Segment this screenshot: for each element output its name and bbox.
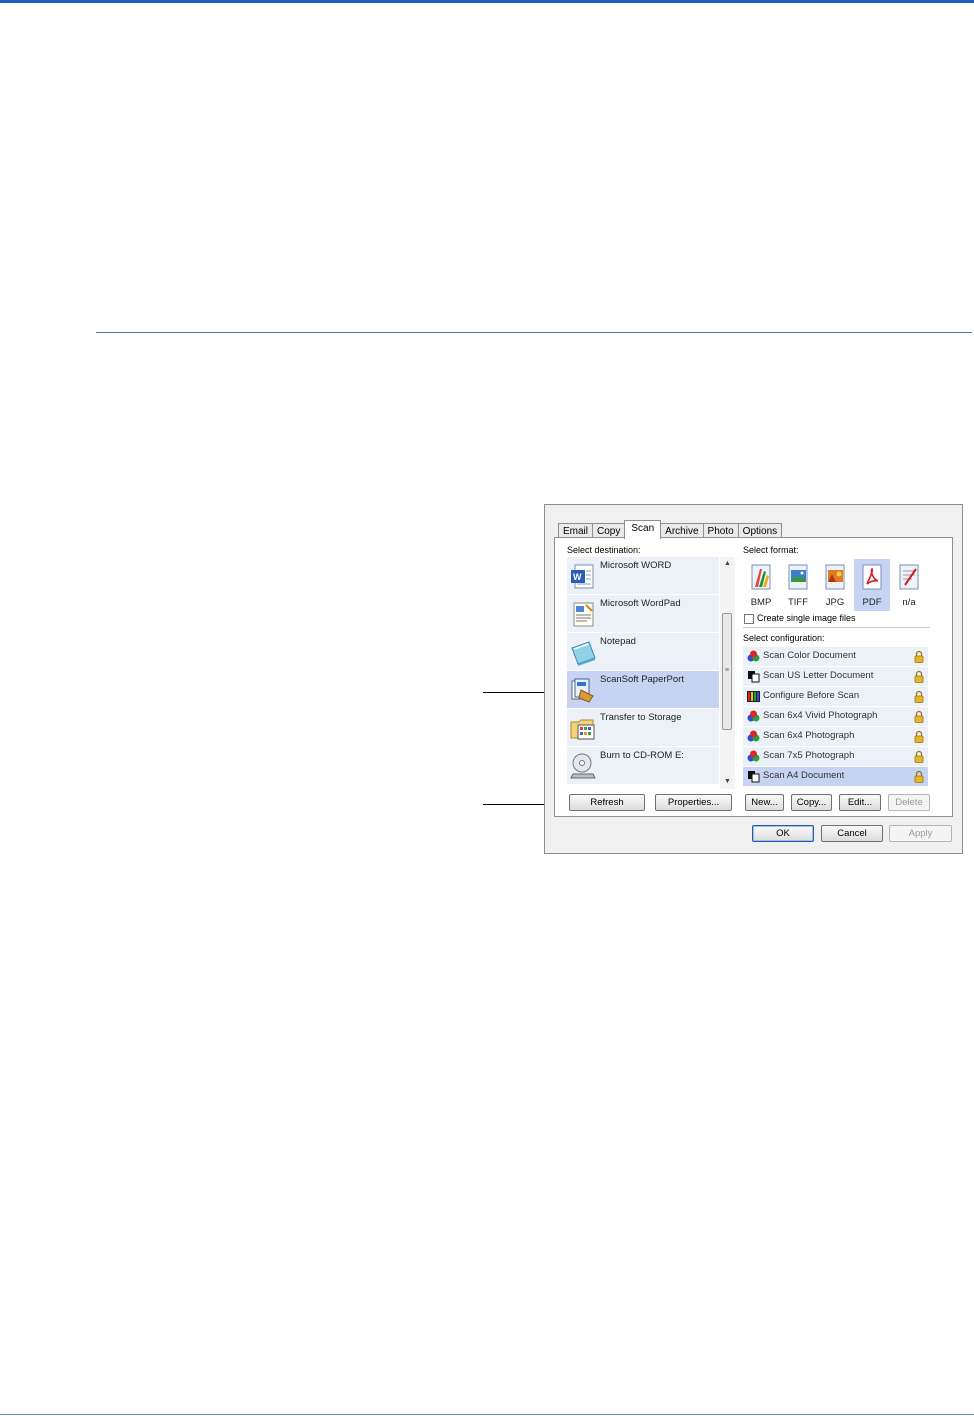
destination-scrollbar[interactable]: ▲ ≡ ▼ xyxy=(720,557,735,789)
format-label: JPG xyxy=(825,597,845,608)
text-format-icon xyxy=(899,564,919,590)
create-single-image-files-label: Create single image files xyxy=(757,613,856,623)
select-format-label: Select format: xyxy=(743,545,799,555)
config-item-scan-color-document[interactable]: Scan Color Document xyxy=(743,647,928,666)
destination-label: ScanSoft PaperPort xyxy=(600,674,684,685)
lock-icon xyxy=(914,750,924,763)
color-config-icon xyxy=(747,650,760,662)
pdf-format-icon xyxy=(862,564,882,590)
properties-button[interactable]: Properties... xyxy=(655,794,732,811)
new-button[interactable]: New... xyxy=(745,794,784,811)
lock-icon xyxy=(914,710,924,723)
destination-item-notepad[interactable]: Notepad xyxy=(567,633,719,671)
tab-scan[interactable]: Scan xyxy=(624,520,662,539)
copy-button[interactable]: Copy... xyxy=(791,794,832,811)
format-pdf[interactable]: PDF xyxy=(854,559,890,611)
page-top-rule xyxy=(0,0,974,3)
delete-button[interactable]: Delete xyxy=(888,794,930,811)
config-item-scan-6x4-photograph[interactable]: Scan 6x4 Photograph xyxy=(743,727,928,746)
lock-icon xyxy=(914,650,924,663)
config-item-configure-before-scan[interactable]: Configure Before Scan xyxy=(743,687,928,706)
ok-button[interactable]: OK xyxy=(752,825,814,842)
config-item-scan-7x5-photograph[interactable]: Scan 7x5 Photograph xyxy=(743,747,928,766)
cancel-button[interactable]: Cancel xyxy=(821,825,883,842)
destination-item-transfer-to-storage[interactable]: Transfer to Storage xyxy=(567,709,719,747)
config-label: Scan 6x4 Vivid Photograph xyxy=(763,710,878,721)
config-label: Scan Color Document xyxy=(763,650,856,661)
create-single-image-files-checkbox[interactable] xyxy=(744,614,754,624)
format-selector: BMP TIFF JPG PDF n/a xyxy=(743,559,929,611)
config-label: Scan US Letter Document xyxy=(763,670,874,681)
format-bmp[interactable]: BMP xyxy=(743,559,779,611)
format-label: BMP xyxy=(750,597,772,608)
notepad-icon xyxy=(571,641,596,666)
configure-before-scan-icon xyxy=(747,691,760,702)
config-label: Scan 7x5 Photograph xyxy=(763,750,855,761)
lock-icon xyxy=(914,690,924,703)
bmp-format-icon xyxy=(751,564,771,590)
cd-rom-icon xyxy=(570,753,596,779)
destination-label: Transfer to Storage xyxy=(600,712,682,723)
destination-item-microsoft-word[interactable]: W Microsoft WORD xyxy=(567,557,719,595)
destination-label: Notepad xyxy=(600,636,636,647)
onetouch-properties-dialog: Email Copy Scan Archive Photo Options Se… xyxy=(544,504,963,854)
paperport-icon xyxy=(571,678,594,703)
lock-icon xyxy=(914,670,924,683)
config-label: Configure Before Scan xyxy=(763,690,860,701)
destination-label: Microsoft WORD xyxy=(600,560,672,571)
lock-icon xyxy=(914,730,924,743)
section-divider xyxy=(96,332,972,333)
destination-item-scansoft-paperport[interactable]: ScanSoft PaperPort xyxy=(567,671,719,709)
jpg-format-icon xyxy=(825,564,845,590)
format-text[interactable]: n/a xyxy=(891,559,927,611)
format-label: TIFF xyxy=(787,597,809,608)
scroll-up-arrow-icon[interactable]: ▲ xyxy=(720,557,735,571)
refresh-button[interactable]: Refresh xyxy=(569,794,645,811)
grip-icon: ≡ xyxy=(725,667,730,674)
format-config-separator xyxy=(743,627,930,628)
storage-folder-icon xyxy=(570,719,595,740)
destination-item-microsoft-wordpad[interactable]: Microsoft WordPad xyxy=(567,595,719,633)
tab-bar: Email Copy Scan Archive Photo Options xyxy=(558,520,783,539)
word-icon: W xyxy=(571,564,594,589)
color-config-icon xyxy=(747,730,760,742)
config-item-scan-a4-document[interactable]: Scan A4 Document xyxy=(743,767,928,786)
color-config-icon xyxy=(747,750,760,762)
select-destination-label: Select destination: xyxy=(567,545,641,555)
scan-tab-panel: Select destination: W Microsoft WORD Mic… xyxy=(554,537,953,817)
format-jpg[interactable]: JPG xyxy=(817,559,853,611)
wordpad-icon xyxy=(573,602,594,627)
destination-label: Burn to CD-ROM E: xyxy=(600,750,684,761)
color-config-icon xyxy=(747,710,760,722)
tiff-format-icon xyxy=(788,564,808,590)
bw-config-icon xyxy=(748,771,760,783)
format-tiff[interactable]: TIFF xyxy=(780,559,816,611)
destination-item-burn-to-cd-rom[interactable]: Burn to CD-ROM E: xyxy=(567,747,719,785)
scroll-down-arrow-icon[interactable]: ▼ xyxy=(720,775,735,789)
config-label: Scan 6x4 Photograph xyxy=(763,730,855,741)
config-item-scan-6x4-vivid-photograph[interactable]: Scan 6x4 Vivid Photograph xyxy=(743,707,928,726)
config-item-scan-us-letter-document[interactable]: Scan US Letter Document xyxy=(743,667,928,686)
apply-button[interactable]: Apply xyxy=(889,825,952,842)
svg-text:W: W xyxy=(573,572,582,582)
format-label: PDF xyxy=(862,597,882,608)
bw-config-icon xyxy=(748,671,760,683)
edit-button[interactable]: Edit... xyxy=(839,794,881,811)
format-label: n/a xyxy=(902,597,916,608)
lock-icon xyxy=(914,770,924,783)
destination-label: Microsoft WordPad xyxy=(600,598,681,609)
page-bottom-rule xyxy=(0,1414,974,1415)
select-configuration-label: Select configuration: xyxy=(743,633,825,643)
destination-list[interactable]: W Microsoft WORD Microsoft WordPad Notep… xyxy=(567,557,736,789)
config-label: Scan A4 Document xyxy=(763,770,845,781)
